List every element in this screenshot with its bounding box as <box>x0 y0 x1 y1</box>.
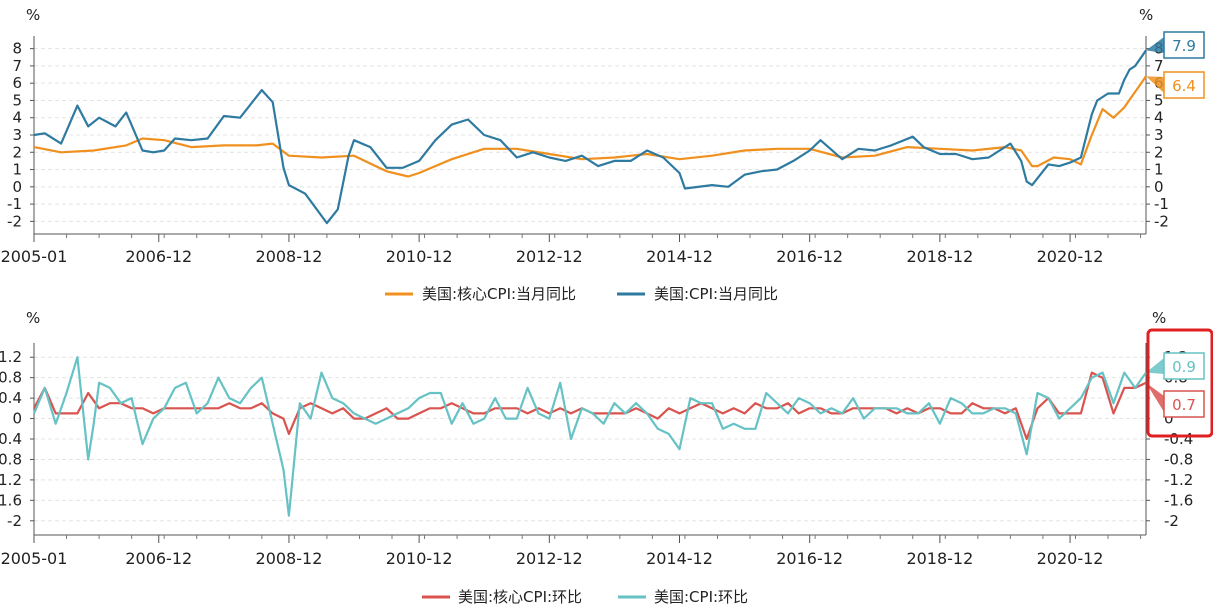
left-unit-label: % <box>26 309 40 327</box>
x-tick-label: 2005-01 <box>1 549 68 568</box>
x-tick-label: 2016-12 <box>776 247 843 266</box>
y-tick-label: 1 <box>1154 161 1164 179</box>
chart-canvas: % % 887766554433221100-1-1-2-2 2005-0120… <box>0 6 1213 606</box>
legend: 美国:核心CPI:当月同比 美国:CPI:当月同比 <box>385 285 778 303</box>
x-tick-label: 2008-12 <box>256 549 323 568</box>
value-badge-label: 6.4 <box>1172 77 1196 95</box>
x-tick-label: 2005-01 <box>1 247 68 266</box>
right-unit-label: % <box>1152 309 1166 327</box>
x-tick-label: 2020-12 <box>1037 247 1104 266</box>
y-tick-label: -0.8 <box>1164 450 1193 468</box>
legend-label-cpi-yoy[interactable]: 美国:CPI:当月同比 <box>654 285 778 303</box>
yoy-chart: % % 887766554433221100-1-1-2-2 2005-0120… <box>1 6 1205 303</box>
mom-chart: % % 1.21.20.80.80.40.400-0.4-0.4-0.8-0.8… <box>0 309 1213 606</box>
x-axis-ticks: 2005-01 2006-12 2008-12 2010-12 2012-12 2014-… <box>1 233 1146 266</box>
x-tick-label: 2018-12 <box>906 247 973 266</box>
x-tick-label: 2012-12 <box>516 247 583 266</box>
grid <box>34 48 1146 222</box>
x-tick-label: 2014-12 <box>646 549 713 568</box>
y-tick-label: 2 <box>12 143 22 161</box>
y-tick-label: 0.8 <box>0 369 22 387</box>
legend-label-core-cpi-yoy[interactable]: 美国:核心CPI:当月同比 <box>422 285 576 303</box>
grid <box>34 356 1146 522</box>
y-tick-label: -0.4 <box>0 430 22 448</box>
y-tick-label: -1.2 <box>0 471 22 489</box>
x-tick-label: 2018-12 <box>906 549 973 568</box>
y-tick-label: 3 <box>1154 126 1164 144</box>
y-tick-label: 2 <box>1154 143 1164 161</box>
y-tick-label: -1.2 <box>1164 471 1193 489</box>
series-lines <box>33 49 1147 225</box>
value-badge-label: 0.7 <box>1172 396 1196 414</box>
y-tick-label: -2 <box>1164 512 1179 530</box>
x-tick-label: 2014-12 <box>646 247 713 266</box>
value-badge-label: 0.9 <box>1172 358 1196 376</box>
x-axis-ticks: 2005-01 2006-12 2008-12 2010-12 2012-12 2014-… <box>1 534 1146 568</box>
series-lines <box>32 356 1147 517</box>
y-tick-label: 5 <box>1154 91 1164 109</box>
y-tick-label: 6 <box>12 74 22 92</box>
y-tick-label: -1.6 <box>1164 491 1193 509</box>
x-tick-label: 2020-12 <box>1037 549 1104 568</box>
y-tick-label: 3 <box>12 126 22 144</box>
y-tick-label: 0 <box>12 410 22 428</box>
x-tick-label: 2012-12 <box>516 549 583 568</box>
y-tick-label: 7 <box>12 57 22 75</box>
x-tick-label: 2008-12 <box>256 247 323 266</box>
right-unit-label: % <box>1139 6 1153 24</box>
left-unit-label: % <box>26 6 40 24</box>
x-tick-label: 2006-12 <box>125 549 192 568</box>
y-tick-label: -1.6 <box>0 491 22 509</box>
x-tick-label: 2010-12 <box>386 549 453 568</box>
series-line-0 <box>33 371 1147 441</box>
y-tick-label: 0.4 <box>0 389 22 407</box>
y-tick-label: -0.8 <box>0 450 22 468</box>
y-tick-label: 1 <box>12 161 22 179</box>
x-tick-label: 2006-12 <box>125 247 192 266</box>
y-tick-label: 0 <box>1154 178 1164 196</box>
legend-label-cpi-mom[interactable]: 美国:CPI:环比 <box>654 588 748 606</box>
y-tick-label: 1.2 <box>0 348 22 366</box>
value-badge-label: 7.9 <box>1172 37 1196 55</box>
y-tick-label: -2 <box>1154 212 1169 230</box>
y-tick-label: 7 <box>1154 57 1164 75</box>
series-line-1 <box>32 356 1147 517</box>
y-tick-label: -2 <box>7 512 22 530</box>
x-tick-label: 2010-12 <box>386 247 453 266</box>
legend: 美国:核心CPI:环比 美国:CPI:环比 <box>422 588 748 606</box>
y-tick-label: 4 <box>1154 109 1164 127</box>
x-tick-label: 2016-12 <box>776 549 843 568</box>
y-tick-label: -0.4 <box>1164 430 1193 448</box>
y-tick-label: -1 <box>1154 195 1169 213</box>
y-tick-label: -2 <box>7 212 22 230</box>
y-tick-label: 4 <box>12 109 22 127</box>
y-tick-label: 8 <box>12 40 22 58</box>
series-line-1 <box>33 49 1147 225</box>
legend-label-core-cpi-mom[interactable]: 美国:核心CPI:环比 <box>458 588 582 606</box>
y-tick-label: 0 <box>12 178 22 196</box>
y-tick-label: -1 <box>7 195 22 213</box>
y-tick-label: 5 <box>12 91 22 109</box>
